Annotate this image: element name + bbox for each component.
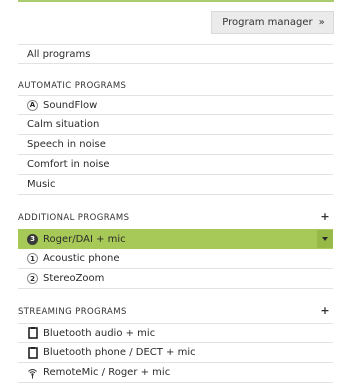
additional-programs-title: ADDITIONAL PROGRAMS <box>18 213 130 223</box>
program-options-dropdown[interactable] <box>317 230 333 248</box>
program-label: Acoustic phone <box>43 253 120 264</box>
top-accent-line <box>18 0 334 2</box>
add-streaming-program-icon[interactable]: + <box>320 304 330 317</box>
program-item-soundflow[interactable]: A SoundFlow <box>18 95 333 115</box>
program-item-acoustic-phone[interactable]: 1 Acoustic phone <box>18 249 333 269</box>
all-programs-label: All programs <box>27 48 91 60</box>
auto-badge-icon: A <box>27 99 38 111</box>
program-number-badge: 2 <box>27 273 38 284</box>
program-label: Speech in noise <box>27 139 106 150</box>
program-label: Music <box>27 179 56 190</box>
double-chevron-right-icon: » <box>318 17 325 28</box>
program-item-speech-in-noise[interactable]: Speech in noise <box>18 135 333 155</box>
program-item-calm-situation[interactable]: Calm situation <box>18 115 333 135</box>
all-programs-list: All programs <box>18 44 333 64</box>
additional-programs-list: 3 Roger/DAI + mic 1 Acoustic phone 2 Ste… <box>18 229 333 289</box>
program-number-badge: 3 <box>27 233 38 245</box>
wireless-mic-icon <box>27 367 38 379</box>
program-item-roger-dai-mic[interactable]: 3 Roger/DAI + mic <box>18 229 333 249</box>
program-label: Roger/DAI + mic <box>43 233 126 245</box>
bluetooth-device-icon <box>27 346 38 359</box>
program-item-stereozoom[interactable]: 2 StereoZoom <box>18 269 333 289</box>
automatic-programs-title: AUTOMATIC PROGRAMS <box>18 81 127 91</box>
program-label: Calm situation <box>27 119 100 130</box>
program-item-remotemic-roger-mic[interactable]: RemoteMic / Roger + mic <box>18 363 333 383</box>
streaming-programs-header: STREAMING PROGRAMS + <box>18 304 333 319</box>
program-item-bluetooth-audio-mic[interactable]: Bluetooth audio + mic <box>18 323 333 343</box>
program-item-comfort-in-noise[interactable]: Comfort in noise <box>18 155 333 175</box>
program-label: RemoteMic / Roger + mic <box>43 367 171 378</box>
additional-programs-header: ADDITIONAL PROGRAMS + <box>18 210 333 225</box>
add-additional-program-icon[interactable]: + <box>320 210 330 223</box>
program-label: StereoZoom <box>43 273 105 284</box>
bluetooth-device-icon <box>27 327 38 339</box>
automatic-programs-header: AUTOMATIC PROGRAMS <box>18 79 333 93</box>
program-label: Comfort in noise <box>27 159 110 170</box>
program-label: Bluetooth phone / DECT + mic <box>43 347 196 358</box>
program-label: SoundFlow <box>43 99 98 111</box>
program-item-music[interactable]: Music <box>18 175 333 195</box>
streaming-programs-title: STREAMING PROGRAMS <box>18 307 127 317</box>
streaming-programs-list: Bluetooth audio + mic Bluetooth phone / … <box>18 323 333 383</box>
program-label: Bluetooth audio + mic <box>43 327 156 339</box>
automatic-programs-list: A SoundFlow Calm situation Speech in noi… <box>18 95 333 195</box>
program-item-bluetooth-phone-dect-mic[interactable]: Bluetooth phone / DECT + mic <box>18 343 333 363</box>
chevron-down-icon <box>322 237 328 241</box>
program-manager-label: Program manager <box>222 17 313 28</box>
all-programs-item[interactable]: All programs <box>18 44 333 64</box>
program-manager-button[interactable]: Program manager » <box>211 11 334 34</box>
program-number-badge: 1 <box>27 253 38 264</box>
